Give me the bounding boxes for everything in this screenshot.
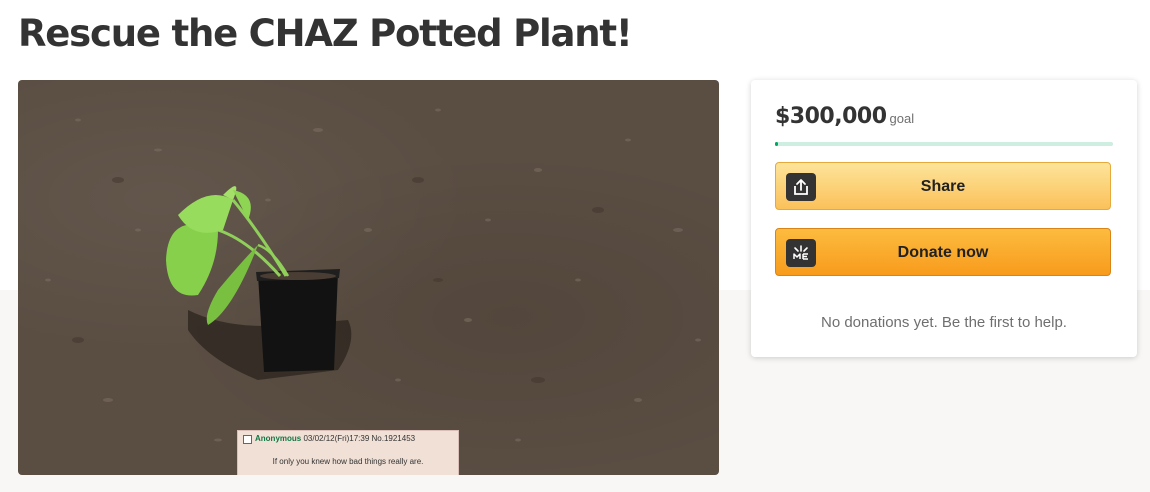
caption-text: If only you knew how bad things really a… bbox=[272, 457, 424, 466]
caption-checkbox bbox=[243, 435, 252, 444]
potted-plant-photo bbox=[45, 108, 701, 442]
share-button-label: Share bbox=[920, 178, 966, 195]
goal-row: $300,000 goal bbox=[775, 104, 914, 129]
progress-bar bbox=[775, 142, 1113, 146]
donation-card: $300,000 goal Share Donate now No donatio… bbox=[751, 80, 1137, 357]
image-caption-post: Anonymous 03/02/12(Fri)17:39 No.1921453 … bbox=[237, 430, 459, 475]
caption-author: Anonymous bbox=[255, 434, 302, 443]
caption-meta: 03/02/12(Fri)17:39 No.1921453 bbox=[303, 434, 416, 443]
donate-now-label: Donate now bbox=[897, 244, 989, 261]
goal-label: goal bbox=[889, 111, 915, 126]
progress-bar-fill bbox=[775, 142, 779, 146]
share-button[interactable]: Share bbox=[775, 162, 1111, 210]
campaign-hero-image: Anonymous 03/02/12(Fri)17:39 No.1921453 … bbox=[18, 80, 719, 475]
donate-now-button[interactable]: Donate now bbox=[775, 228, 1111, 276]
no-donations-message: No donations yet. Be the first to help. bbox=[821, 314, 1067, 331]
goal-amount: $300,000 bbox=[775, 104, 887, 129]
page-title: Rescue the CHAZ Potted Plant! bbox=[18, 12, 633, 55]
